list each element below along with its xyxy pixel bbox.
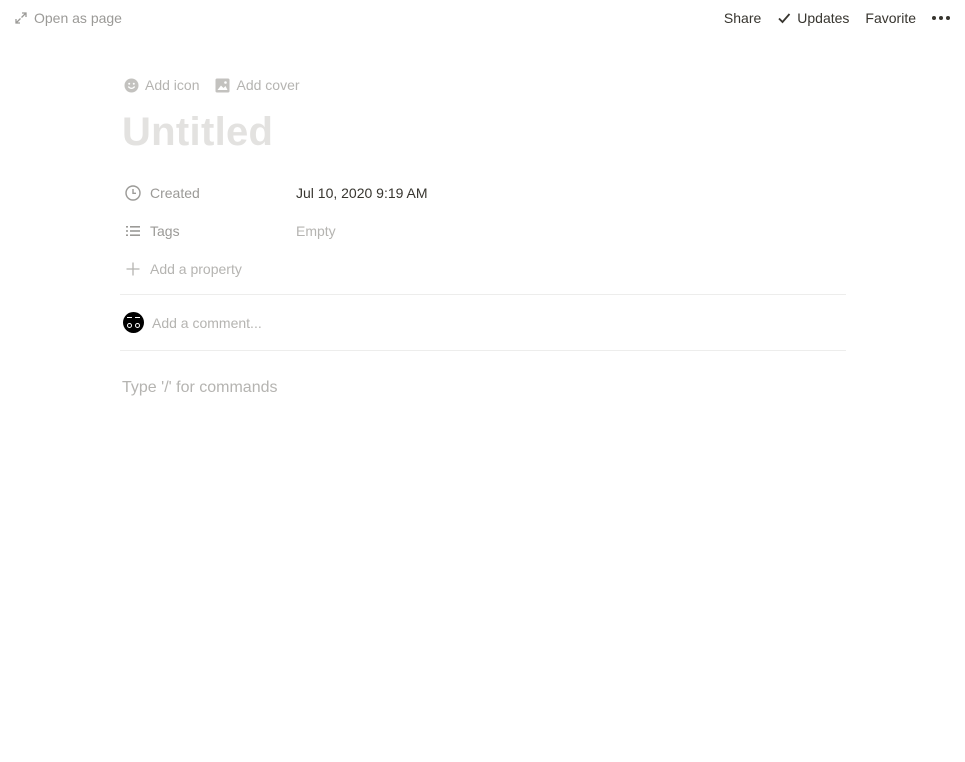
page-title[interactable]: Untitled [122, 110, 846, 154]
avatar [123, 312, 144, 333]
property-row-created: Created Jul 10, 2020 9:19 AM [120, 174, 846, 212]
topbar-actions: Share Updates Favorite [716, 4, 953, 32]
property-label: Created [150, 185, 200, 201]
add-property-button[interactable]: Add a property [120, 250, 846, 288]
page-content: Add icon Add cover Untitled Created Jul … [120, 70, 846, 403]
top-bar: Open as page Share Updates Favorite [0, 0, 965, 36]
comment-row [120, 295, 846, 350]
add-property-label: Add a property [150, 261, 242, 277]
more-options-button[interactable] [924, 4, 953, 32]
share-button[interactable]: Share [716, 4, 769, 32]
properties-list: Created Jul 10, 2020 9:19 AM Tags Empty … [120, 174, 846, 288]
more-dots-icon [931, 16, 936, 20]
add-icon-button[interactable]: Add icon [122, 71, 201, 99]
plus-icon [125, 261, 141, 277]
property-value-created: Jul 10, 2020 9:19 AM [296, 185, 428, 201]
emoji-icon [124, 78, 139, 93]
property-name-tags[interactable]: Tags [120, 223, 295, 239]
divider [120, 350, 846, 351]
add-icon-label: Add icon [145, 77, 200, 93]
check-icon [777, 11, 791, 25]
image-icon [215, 78, 230, 93]
editor-placeholder[interactable]: Type '/' for commands [122, 379, 846, 403]
open-as-page-button[interactable]: Open as page [12, 6, 124, 30]
property-row-tags: Tags Empty [120, 212, 846, 250]
comment-input[interactable] [152, 314, 752, 331]
open-as-page-label: Open as page [34, 10, 122, 26]
property-value-tags[interactable]: Empty [295, 223, 336, 239]
clock-icon [125, 185, 141, 201]
page-root: Open as page Share Updates Favorite Add … [0, 0, 965, 762]
add-cover-label: Add cover [236, 77, 300, 93]
expand-icon [14, 11, 28, 25]
updates-label: Updates [797, 10, 850, 26]
share-label: Share [723, 10, 762, 26]
updates-button[interactable]: Updates [769, 4, 857, 32]
property-name-created[interactable]: Created [120, 185, 295, 201]
add-cover-button[interactable]: Add cover [213, 71, 301, 99]
property-label: Tags [150, 223, 180, 239]
list-icon [125, 223, 141, 239]
page-controls: Add icon Add cover [122, 70, 846, 100]
favorite-label: Favorite [865, 10, 916, 26]
favorite-button[interactable]: Favorite [857, 4, 924, 32]
